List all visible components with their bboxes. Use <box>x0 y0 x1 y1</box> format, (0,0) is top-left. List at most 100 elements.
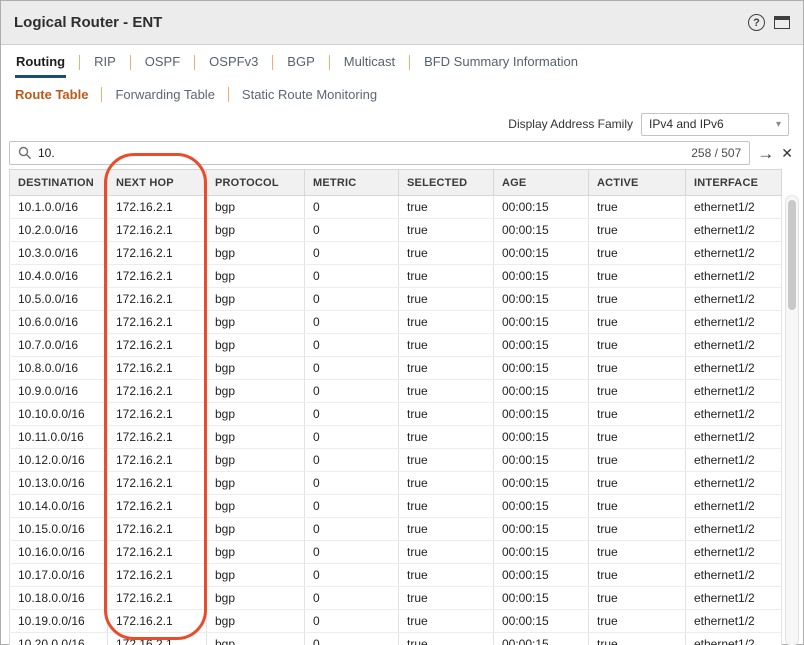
table-cell: 10.8.0.0/16 <box>10 357 108 380</box>
table-cell: 10.9.0.0/16 <box>10 380 108 403</box>
table-cell: 00:00:15 <box>494 633 589 645</box>
table-cell: ethernet1/2 <box>686 518 782 541</box>
table-cell: 0 <box>305 541 399 564</box>
table-cell: 00:00:15 <box>494 403 589 426</box>
table-cell: 10.14.0.0/16 <box>10 495 108 518</box>
table-cell: bgp <box>207 357 305 380</box>
tab-bfd-summary-information[interactable]: BFD Summary Information <box>423 46 579 78</box>
column-header-next-hop[interactable]: NEXT HOP <box>108 170 207 196</box>
vertical-scrollbar[interactable] <box>785 195 799 645</box>
apply-filter-icon[interactable]: → <box>757 145 774 162</box>
table-cell: ethernet1/2 <box>686 495 782 518</box>
table-row[interactable]: 10.15.0.0/16172.16.2.1bgp0true00:00:15tr… <box>10 518 782 541</box>
tab-ospfv3[interactable]: OSPFv3 <box>208 46 259 78</box>
table-cell: 10.12.0.0/16 <box>10 449 108 472</box>
table-cell: 172.16.2.1 <box>108 633 207 645</box>
table-row[interactable]: 10.16.0.0/16172.16.2.1bgp0true00:00:15tr… <box>10 541 782 564</box>
table-cell: 172.16.2.1 <box>108 311 207 334</box>
table-cell: 0 <box>305 610 399 633</box>
table-cell: ethernet1/2 <box>686 426 782 449</box>
table-cell: 172.16.2.1 <box>108 610 207 633</box>
table-cell: 172.16.2.1 <box>108 449 207 472</box>
table-cell: 10.5.0.0/16 <box>10 288 108 311</box>
table-row[interactable]: 10.17.0.0/16172.16.2.1bgp0true00:00:15tr… <box>10 564 782 587</box>
scrollbar-thumb[interactable] <box>788 200 796 310</box>
column-header-destination[interactable]: DESTINATION <box>10 170 108 196</box>
column-header-selected[interactable]: SELECTED <box>399 170 494 196</box>
chevron-down-icon: ▾ <box>776 119 781 130</box>
table-row[interactable]: 10.1.0.0/16172.16.2.1bgp0true00:00:15tru… <box>10 196 782 219</box>
table-cell: bgp <box>207 564 305 587</box>
table-cell: true <box>589 219 686 242</box>
table-cell: bgp <box>207 311 305 334</box>
table-cell: 00:00:15 <box>494 518 589 541</box>
address-family-value: IPv4 and IPv6 <box>649 117 724 131</box>
table-row[interactable]: 10.13.0.0/16172.16.2.1bgp0true00:00:15tr… <box>10 472 782 495</box>
table-cell: true <box>399 288 494 311</box>
column-header-active[interactable]: ACTIVE <box>589 170 686 196</box>
clear-filter-icon[interactable]: ✕ <box>781 146 795 160</box>
tab-multicast[interactable]: Multicast <box>343 46 396 78</box>
search-input[interactable] <box>38 146 685 160</box>
table-cell: true <box>589 564 686 587</box>
subtab-route-table[interactable]: Route Table <box>15 87 88 102</box>
column-header-age[interactable]: AGE <box>494 170 589 196</box>
help-icon[interactable]: ? <box>748 14 765 31</box>
table-cell: bgp <box>207 288 305 311</box>
table-cell: 10.6.0.0/16 <box>10 311 108 334</box>
table-row[interactable]: 10.18.0.0/16172.16.2.1bgp0true00:00:15tr… <box>10 587 782 610</box>
table-row[interactable]: 10.11.0.0/16172.16.2.1bgp0true00:00:15tr… <box>10 426 782 449</box>
table-cell: 10.18.0.0/16 <box>10 587 108 610</box>
table-row[interactable]: 10.6.0.0/16172.16.2.1bgp0true00:00:15tru… <box>10 311 782 334</box>
table-row[interactable]: 10.5.0.0/16172.16.2.1bgp0true00:00:15tru… <box>10 288 782 311</box>
table-cell: 172.16.2.1 <box>108 219 207 242</box>
table-cell: 0 <box>305 196 399 219</box>
table-cell: 10.19.0.0/16 <box>10 610 108 633</box>
table-cell: 00:00:15 <box>494 196 589 219</box>
table-cell: true <box>589 587 686 610</box>
table-cell: 172.16.2.1 <box>108 426 207 449</box>
address-family-select[interactable]: IPv4 and IPv6 ▾ <box>641 113 789 136</box>
tab-bgp[interactable]: BGP <box>286 46 315 78</box>
column-header-interface[interactable]: INTERFACE <box>686 170 782 196</box>
table-cell: bgp <box>207 633 305 645</box>
table-row[interactable]: 10.3.0.0/16172.16.2.1bgp0true00:00:15tru… <box>10 242 782 265</box>
table-row[interactable]: 10.20.0.0/16172.16.2.1bgp0true00:00:15tr… <box>10 633 782 645</box>
table-cell: bgp <box>207 495 305 518</box>
table-cell: bgp <box>207 403 305 426</box>
subtab-static-route-monitoring[interactable]: Static Route Monitoring <box>242 87 377 102</box>
table-row[interactable]: 10.12.0.0/16172.16.2.1bgp0true00:00:15tr… <box>10 449 782 472</box>
table-cell: 10.11.0.0/16 <box>10 426 108 449</box>
column-header-metric[interactable]: METRIC <box>305 170 399 196</box>
table-row[interactable]: 10.9.0.0/16172.16.2.1bgp0true00:00:15tru… <box>10 380 782 403</box>
table-cell: true <box>589 633 686 645</box>
table-cell: 172.16.2.1 <box>108 495 207 518</box>
subtab-forwarding-table[interactable]: Forwarding Table <box>115 87 214 102</box>
tab-rip[interactable]: RIP <box>93 46 117 78</box>
address-family-label: Display Address Family <box>508 117 633 131</box>
table-cell: 00:00:15 <box>494 426 589 449</box>
table-row[interactable]: 10.2.0.0/16172.16.2.1bgp0true00:00:15tru… <box>10 219 782 242</box>
tab-ospf[interactable]: OSPF <box>144 46 181 78</box>
table-row[interactable]: 10.7.0.0/16172.16.2.1bgp0true00:00:15tru… <box>10 334 782 357</box>
table-cell: 0 <box>305 288 399 311</box>
window-icon[interactable] <box>774 16 790 29</box>
table-row[interactable]: 10.8.0.0/16172.16.2.1bgp0true00:00:15tru… <box>10 357 782 380</box>
table-cell: true <box>399 610 494 633</box>
table-row[interactable]: 10.14.0.0/16172.16.2.1bgp0true00:00:15tr… <box>10 495 782 518</box>
table-cell: bgp <box>207 242 305 265</box>
tab-routing[interactable]: Routing <box>15 46 66 78</box>
table-row[interactable]: 10.4.0.0/16172.16.2.1bgp0true00:00:15tru… <box>10 265 782 288</box>
table-cell: 0 <box>305 357 399 380</box>
table-cell: true <box>399 311 494 334</box>
table-cell: ethernet1/2 <box>686 564 782 587</box>
table-cell: 172.16.2.1 <box>108 288 207 311</box>
table-cell: 0 <box>305 518 399 541</box>
table-row[interactable]: 10.10.0.0/16172.16.2.1bgp0true00:00:15tr… <box>10 403 782 426</box>
table-cell: 172.16.2.1 <box>108 403 207 426</box>
table-cell: ethernet1/2 <box>686 610 782 633</box>
route-table: DESTINATIONNEXT HOPPROTOCOLMETRICSELECTE… <box>9 169 782 645</box>
column-header-protocol[interactable]: PROTOCOL <box>207 170 305 196</box>
table-cell: true <box>399 357 494 380</box>
table-row[interactable]: 10.19.0.0/16172.16.2.1bgp0true00:00:15tr… <box>10 610 782 633</box>
